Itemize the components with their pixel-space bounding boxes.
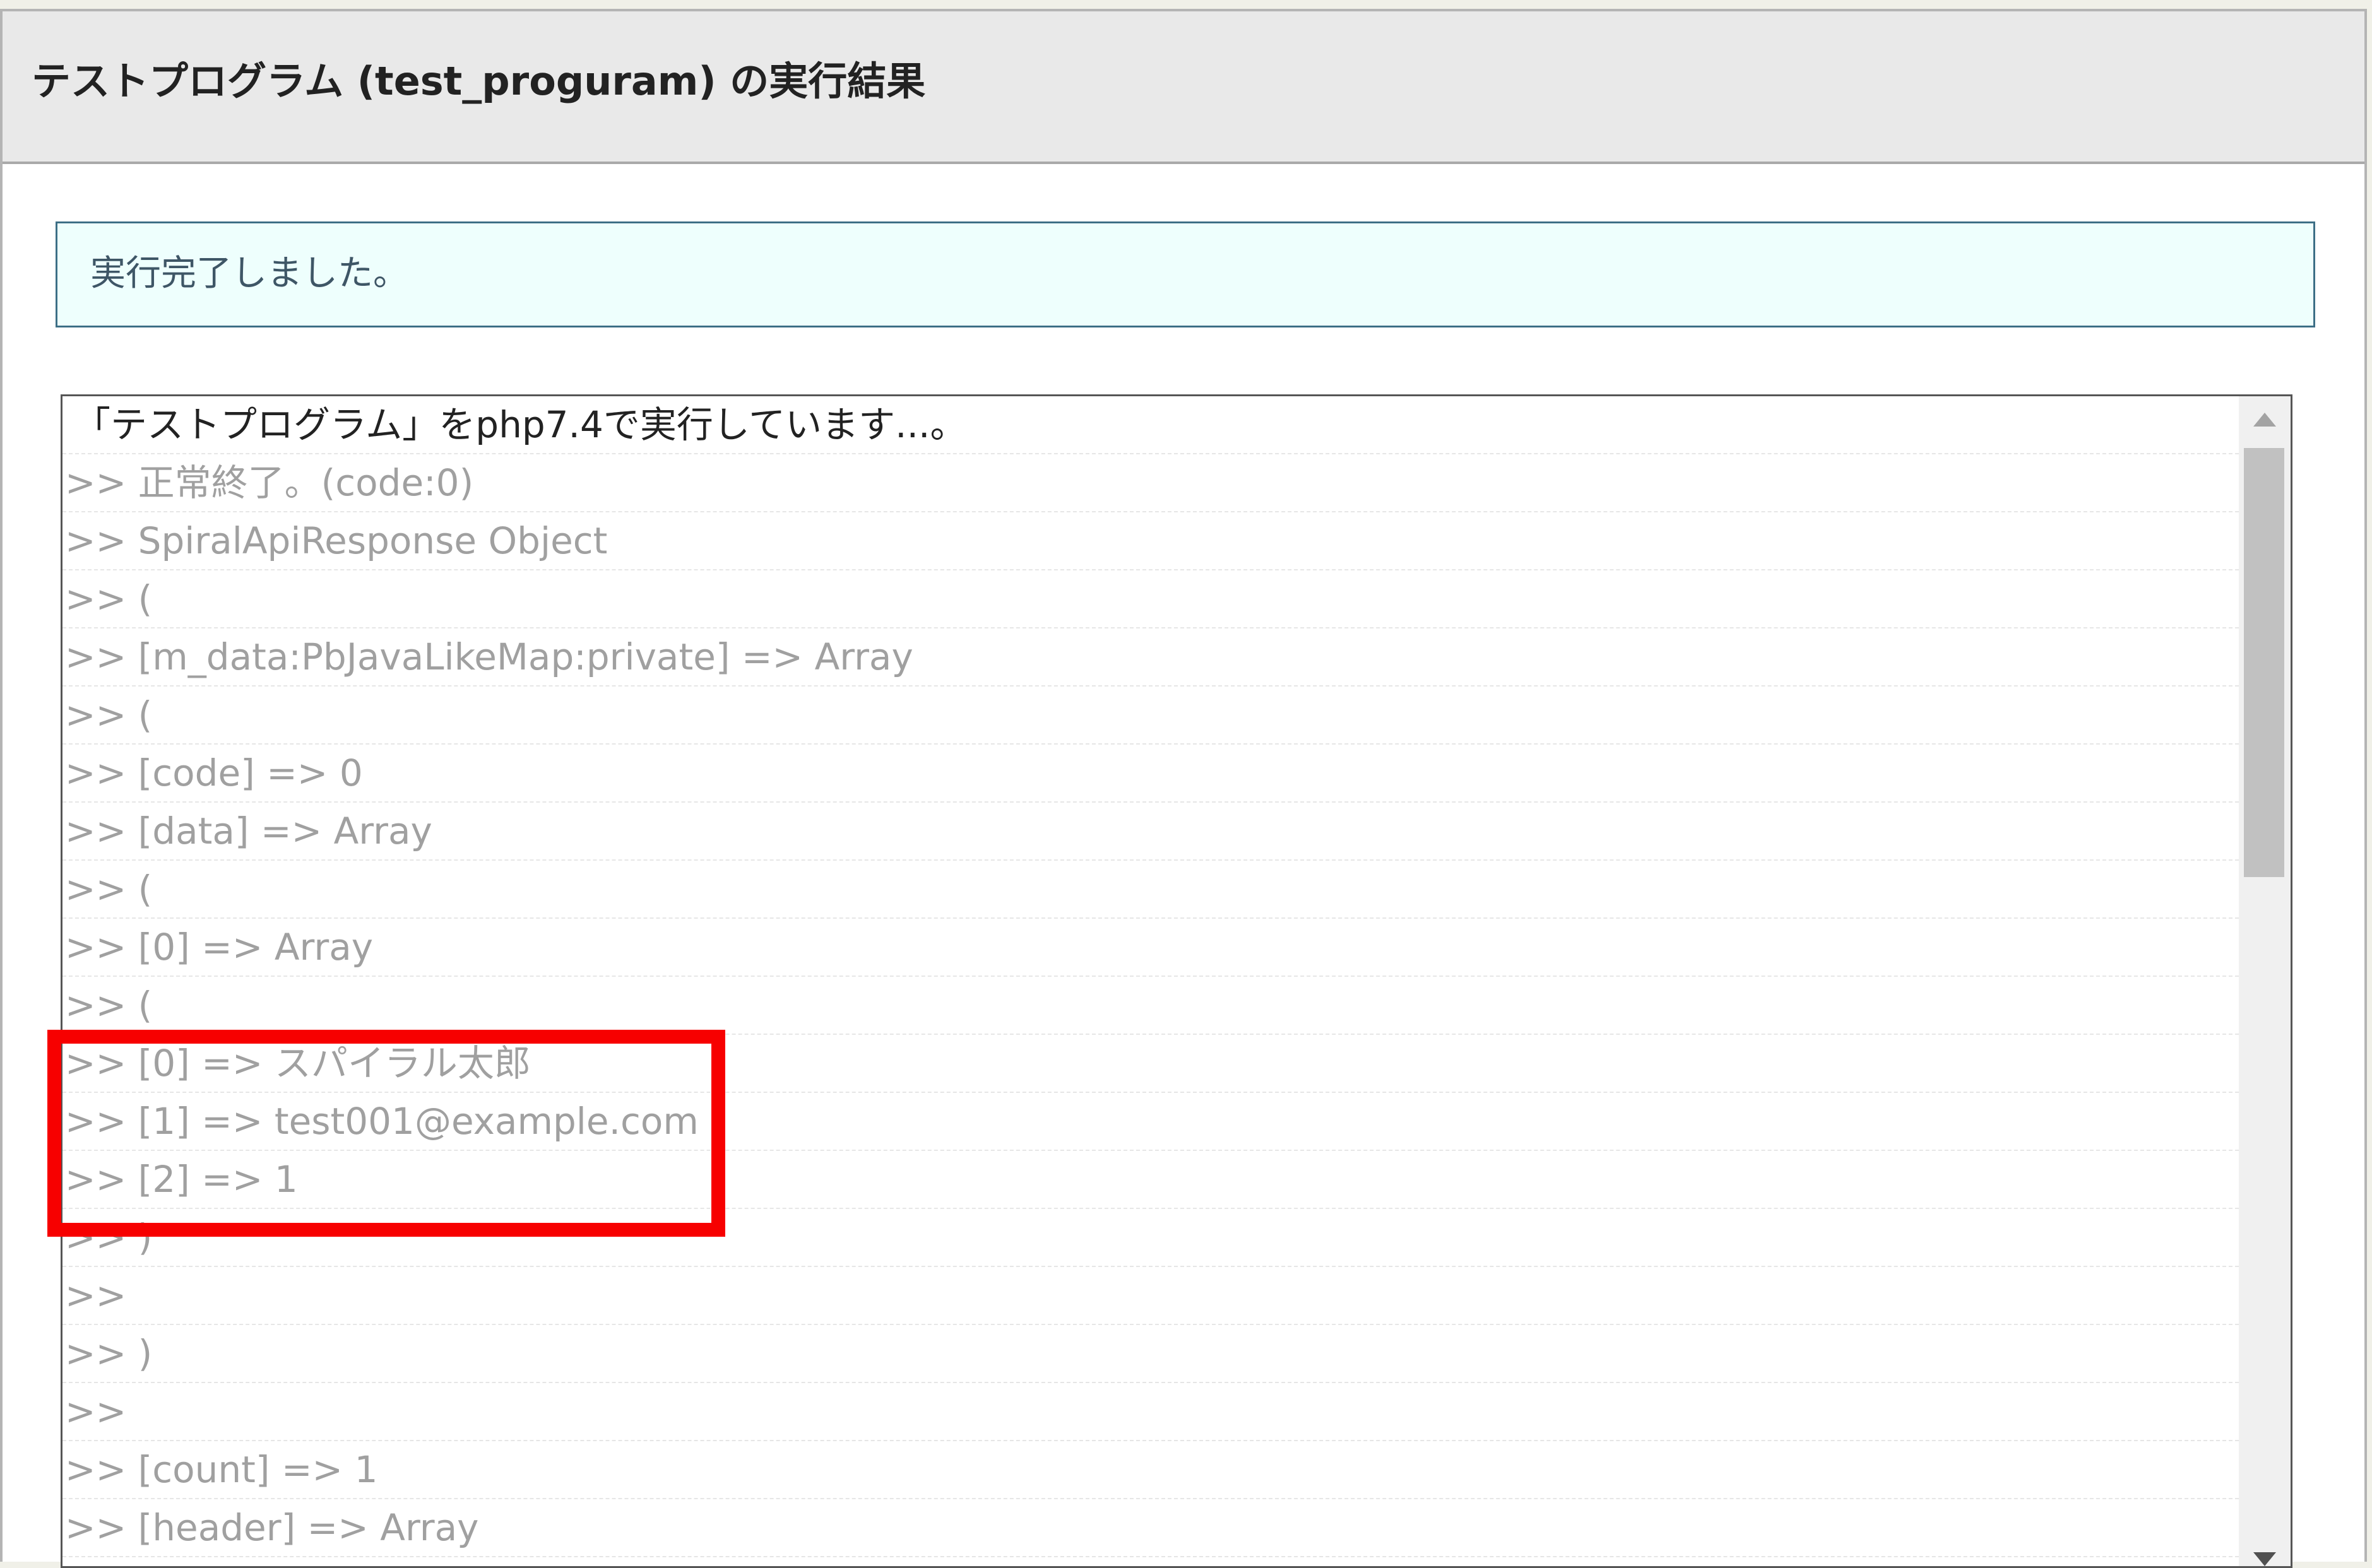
log-line: >> 正常終了。(code:0) xyxy=(62,454,2239,512)
log-line: >> [count] => 1 xyxy=(62,1441,2239,1499)
log-line: >> [2] => 1 xyxy=(62,1151,2239,1209)
success-notice: 実行完了しました。 xyxy=(56,221,2315,327)
page-title: テストプログラム (test_proguram) の実行結果 xyxy=(32,58,926,104)
scroll-down-button[interactable] xyxy=(2239,1541,2291,1566)
log-line: >> xyxy=(62,1383,2239,1441)
triangle-down-icon xyxy=(2253,1552,2276,1566)
log-line: >> [1] => test001@example.com xyxy=(62,1093,2239,1151)
log-line: >> SpiralApiResponse Object xyxy=(62,512,2239,570)
log-line: >> ( xyxy=(62,977,2239,1035)
result-window: テストプログラム (test_proguram) の実行結果 実行完了しました。… xyxy=(0,9,2367,1568)
vertical-scrollbar[interactable] xyxy=(2239,396,2291,1566)
scroll-up-button[interactable] xyxy=(2239,396,2291,443)
execution-log[interactable]: 「テストプログラム」をphp7.4で実行しています...。 >> 正常終了。(c… xyxy=(61,394,2292,1568)
log-line: >> [header] => Array xyxy=(62,1499,2239,1557)
log-line: >> ) xyxy=(62,1209,2239,1267)
log-line: >> ( xyxy=(62,861,2239,919)
page-header: テストプログラム (test_proguram) の実行結果 xyxy=(3,11,2364,164)
log-line: >> [0] => スパイラル太郎 xyxy=(62,1035,2239,1093)
log-line: >> [m_data:PbJavaLikeMap:private] => Arr… xyxy=(62,628,2239,687)
log-line: >> [data] => Array xyxy=(62,803,2239,861)
log-line: 「テストプログラム」をphp7.4で実行しています...。 xyxy=(62,396,2239,454)
log-line: >> [0] => Array xyxy=(62,919,2239,977)
log-line: >> ( xyxy=(62,687,2239,745)
success-message: 実行完了しました。 xyxy=(90,253,408,294)
log-lines: 「テストプログラム」をphp7.4で実行しています...。 >> 正常終了。(c… xyxy=(62,396,2239,1566)
triangle-up-icon xyxy=(2253,413,2276,427)
scrollbar-thumb[interactable] xyxy=(2244,448,2284,877)
log-line: >> ( xyxy=(62,570,2239,628)
log-line: >> ) xyxy=(62,1325,2239,1383)
log-line: >> [code] => 0 xyxy=(62,745,2239,803)
log-line: >> xyxy=(62,1267,2239,1325)
log-line: >> ( xyxy=(62,1557,2239,1566)
